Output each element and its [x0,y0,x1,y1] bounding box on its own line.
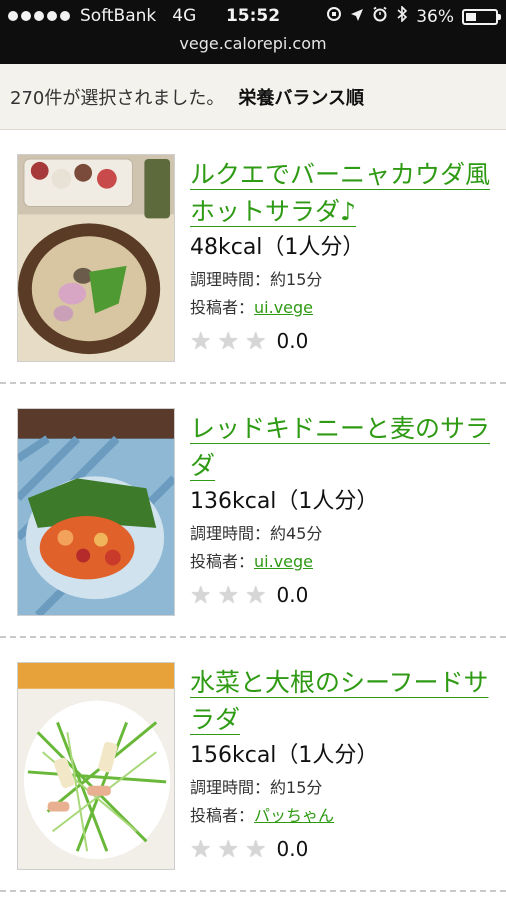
battery-percent: 36% [416,6,454,27]
recipe-calories: 48kcal（1人分） [190,235,365,260]
recipe-rating: ★ ★ ★ 0.0 [190,836,490,862]
star-icon: ★ [217,581,240,609]
address-url[interactable]: vege.calorepi.com [0,34,506,53]
recipe-title[interactable]: ルクエでバーニャカウダ風ホットサラダ♪ [190,156,490,230]
star-icon: ★ [190,581,212,609]
star-icon: ★ [245,581,267,609]
rating-score: 0.0 [276,583,309,607]
recipe-thumbnail[interactable] [17,154,175,362]
recipe-calories: 156kcal（1人分） [190,743,379,768]
recipe-author: 投稿者：ui.vege [190,294,490,322]
cook-time-label: 調理時間： [190,270,271,289]
recipe-title[interactable]: 水菜と大根のシーフードサラダ [190,664,490,738]
results-header: 270件が選択されました。 栄養バランス順 [0,64,506,130]
author-link[interactable]: ui.vege [254,298,313,317]
location-icon [350,7,364,27]
recipe-author: 投稿者：ui.vege [190,548,490,576]
author-label: 投稿者： [190,552,255,571]
recipe-thumbnail[interactable] [17,408,175,616]
recipe-rating: ★ ★ ★ 0.0 [190,328,490,354]
recipe-thumbnail[interactable] [17,662,175,870]
star-icon: ★ [217,835,240,863]
alarm-icon [372,6,388,27]
recipe-cook-time: 調理時間：約15分 [190,266,490,294]
rating-score: 0.0 [276,837,309,861]
recipe-item[interactable]: ルクエでバーニャカウダ風ホットサラダ♪ 48kcal（1人分） 調理時間：約15… [0,130,506,384]
recipe-author: 投稿者：パッちゃん [190,802,490,830]
cook-time-value: 約45分 [270,524,323,543]
star-icon: ★ [245,835,267,863]
recipe-calories: 136kcal（1人分） [190,489,379,514]
star-icon: ★ [245,327,267,355]
battery-icon [462,8,501,25]
cook-time-label: 調理時間： [190,778,271,797]
recipe-title[interactable]: レッドキドニーと麦のサラダ [190,410,490,484]
rating-score: 0.0 [276,329,309,353]
sort-order[interactable]: 栄養バランス順 [238,84,364,110]
star-icon: ★ [217,327,240,355]
author-link[interactable]: ui.vege [254,552,313,571]
result-count: 270件が選択されました。 [10,87,225,109]
bluetooth-icon [396,5,408,27]
status-bar: SoftBank 4G 15:52 36% vege.calorepi.com [0,0,506,64]
cook-time-label: 調理時間： [190,524,271,543]
star-icon: ★ [190,835,212,863]
recipe-item[interactable]: 水菜と大根のシーフードサラダ 156kcal（1人分） 調理時間：約15分 投稿… [0,638,506,892]
recipe-cook-time: 調理時間：約45分 [190,520,490,548]
author-label: 投稿者： [190,806,255,825]
recipe-item[interactable]: レッドキドニーと麦のサラダ 136kcal（1人分） 調理時間：約45分 投稿者… [0,384,506,638]
recipe-cook-time: 調理時間：約15分 [190,774,490,802]
cook-time-value: 約15分 [270,778,323,797]
lock-rotation-icon [326,6,342,27]
recipe-rating: ★ ★ ★ 0.0 [190,582,490,608]
author-link[interactable]: パッちゃん [254,806,334,825]
cook-time-value: 約15分 [270,270,323,289]
star-icon: ★ [190,327,212,355]
author-label: 投稿者： [190,298,255,317]
